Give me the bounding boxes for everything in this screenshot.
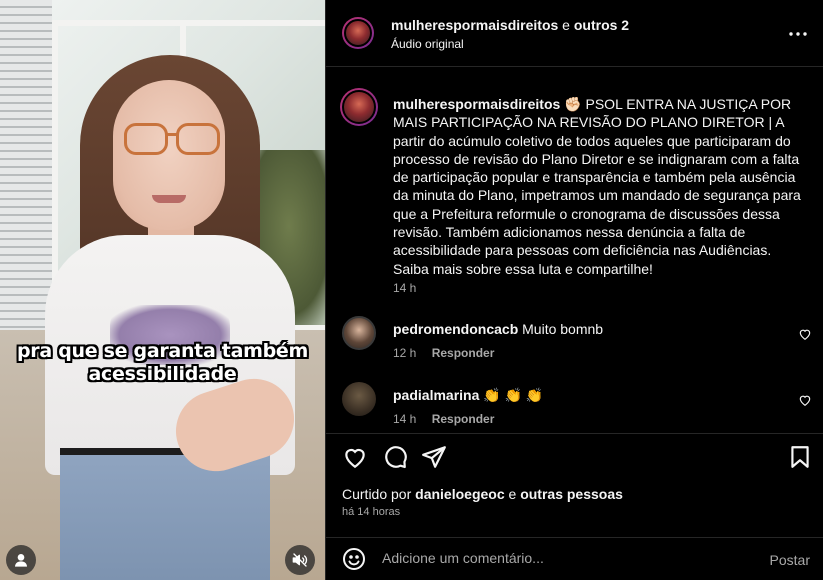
tagged-users-button[interactable] [6,545,36,575]
speaker-muted-icon [292,553,308,567]
likes-prefix: Curtido por [342,486,412,502]
person-face [113,80,225,230]
audio-link[interactable]: Áudio original [391,37,464,51]
likes-connector: e [508,486,517,502]
comment-text: pedromendoncacb Muito bomnb [393,321,603,337]
comment-body: Muito bomnb [522,321,604,337]
comment-timestamp: 14 h [393,412,417,426]
mute-button[interactable] [285,545,315,575]
video-subtitle: pra que se garanta também acessibilidade [0,340,325,386]
commenter-username[interactable]: padialmarina [393,387,479,403]
post-authors: mulherespormaisdireitos e outros 2 [391,17,629,33]
glasses [176,123,220,155]
like-comment-heart-icon[interactable] [798,327,812,341]
comment-meta: 14 h Responder [393,412,494,426]
comment-body: 👏 👏 👏 [483,387,544,403]
comment-meta: 12 h Responder [393,346,494,360]
post-header: mulherespormaisdireitos e outros 2 Áudio… [326,0,823,67]
reel-video[interactable]: pra que se garanta também acessibilidade [0,0,325,580]
user-icon [15,554,27,567]
likes-summary: Curtido por danieloegeoc e outras pessoa… [342,486,623,502]
authors-connector: e [562,17,570,33]
post-caption: mulherespormaisdireitos ✊🏻 PSOL ENTRA NA… [393,95,808,278]
comment-bubble-icon[interactable] [382,444,408,470]
post-timestamp: há 14 horas [342,506,401,518]
caption-author-avatar[interactable] [340,88,378,126]
post-comment-button[interactable]: Postar [770,552,810,568]
glasses [124,123,168,155]
comment-input[interactable] [382,550,742,566]
caption-timestamp: 14 h [393,281,417,295]
like-comment-heart-icon[interactable] [798,393,812,407]
glasses-bridge [166,133,178,136]
post-panel: mulherespormaisdireitos e outros 2 Áudio… [325,0,823,580]
commenter-avatar[interactable] [342,382,376,416]
post-actions [326,433,823,477]
comment-text: padialmarina 👏 👏 👏 [393,387,543,404]
window-frame [52,20,325,26]
reply-button[interactable]: Responder [432,346,495,360]
more-options-button[interactable] [786,22,810,46]
save-bookmark-icon[interactable] [787,444,813,470]
caption-body: PSOL ENTRA NA JUSTIÇA POR MAIS PARTICIPA… [393,96,801,277]
person-jeans [60,455,270,580]
caption-emoji: ✊🏻 [564,96,582,112]
video-subtitle-line: pra que se garanta também [17,340,308,362]
add-comment-bar: Postar [326,537,823,580]
more-options-icon [789,32,807,36]
caption-username[interactable]: mulherespormaisdireitos [393,96,560,112]
liker-username[interactable]: danieloegeoc [415,486,504,502]
window-blinds [0,0,52,330]
other-authors-link[interactable]: outros 2 [574,17,629,33]
video-subtitle-line: acessibilidade [88,363,237,385]
author-username[interactable]: mulherespormaisdireitos [391,17,558,33]
other-likers-link[interactable]: outras pessoas [520,486,623,502]
person-mouth [152,195,186,203]
author-avatar[interactable] [342,17,374,49]
commenter-avatar[interactable] [342,316,376,350]
commenter-username[interactable]: pedromendoncacb [393,321,518,337]
like-heart-icon[interactable] [342,444,368,470]
comment-timestamp: 12 h [393,346,417,360]
emoji-icon[interactable] [342,547,366,571]
share-paper-plane-icon[interactable] [421,444,447,470]
reply-button[interactable]: Responder [432,412,495,426]
